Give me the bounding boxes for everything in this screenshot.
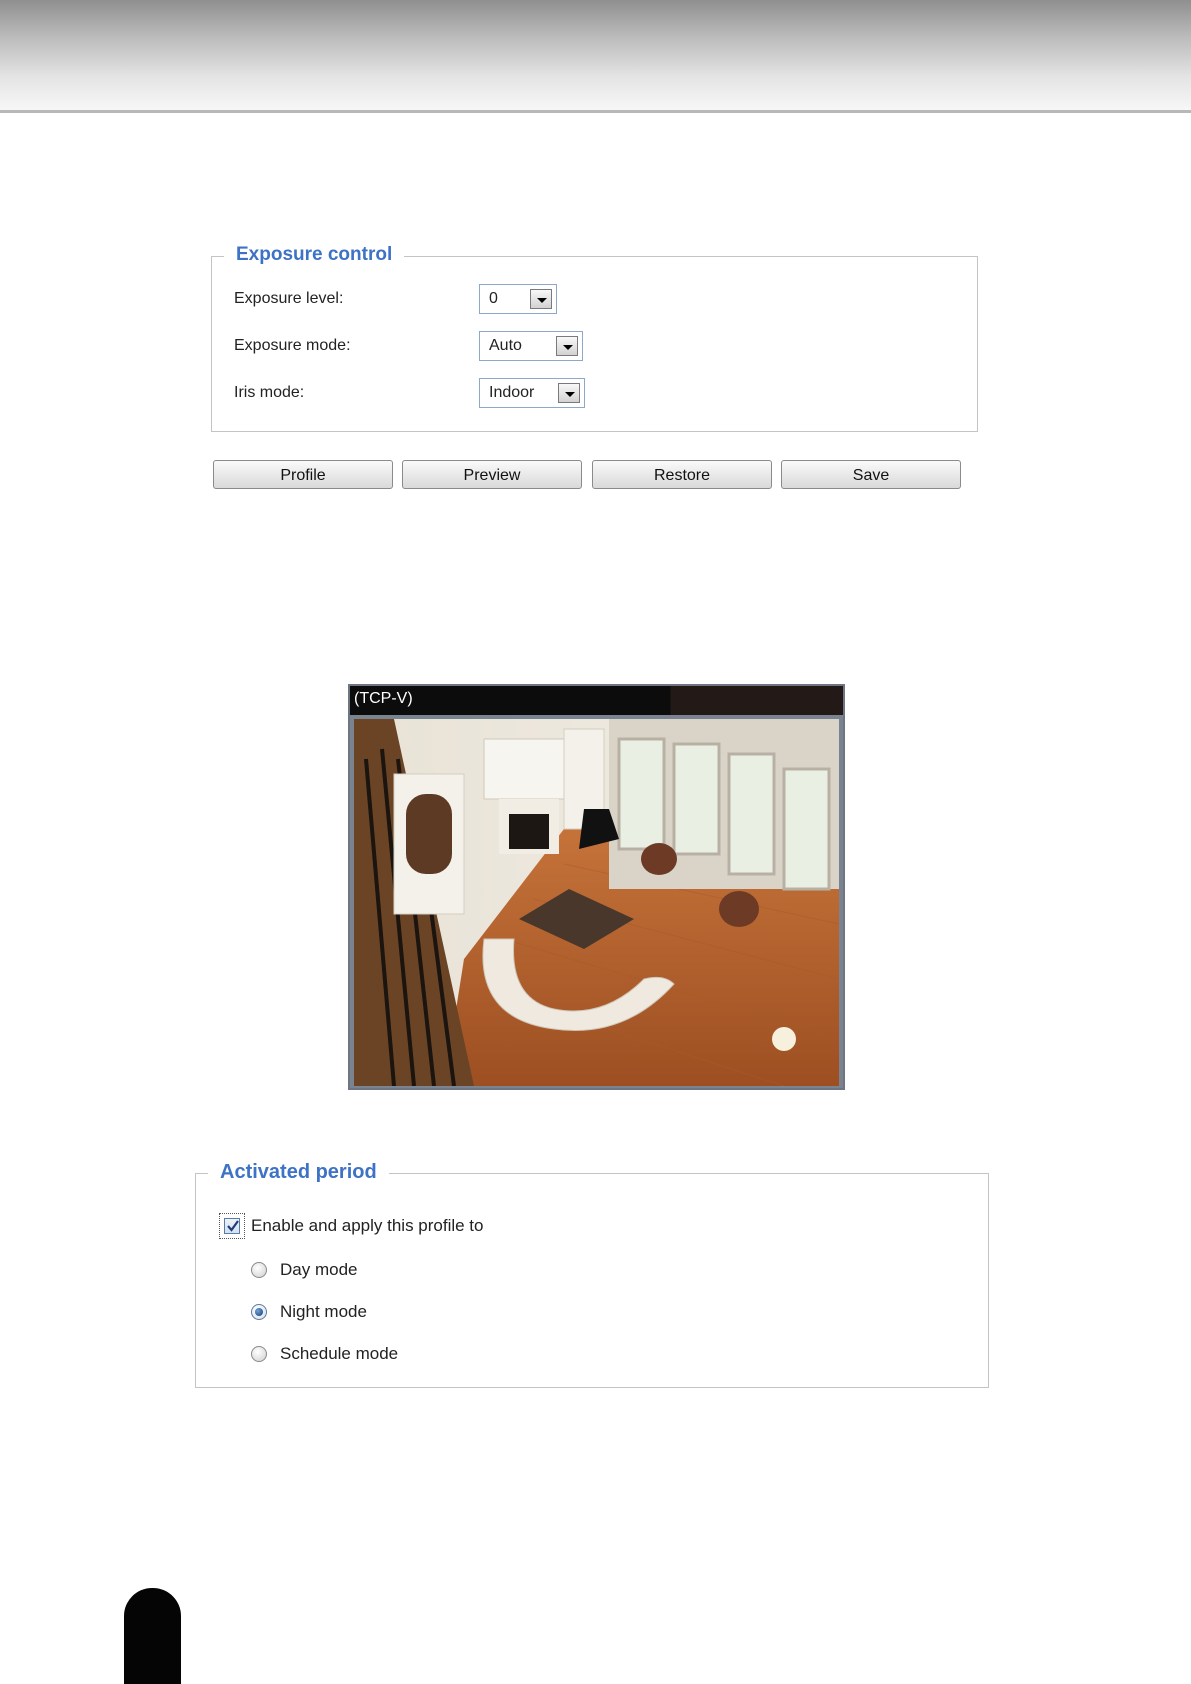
exposure-level-label: Exposure level: [234, 290, 344, 307]
checkbox-box[interactable] [224, 1218, 240, 1234]
page-number-tab [124, 1588, 181, 1684]
exposure-mode-select[interactable]: Auto [479, 331, 583, 361]
iris-mode-label: Iris mode: [234, 384, 305, 401]
night-mode-radio[interactable] [251, 1304, 267, 1320]
video-stream-title: (TCP-V) [354, 690, 413, 707]
save-button[interactable]: Save [781, 460, 961, 489]
chevron-down-icon[interactable] [530, 289, 552, 309]
activated-period-panel: Activated period Enable and apply this p… [195, 1161, 989, 1388]
profile-button[interactable]: Profile [213, 460, 393, 489]
iris-mode-value: Indoor [489, 384, 535, 401]
exposure-mode-label: Exposure mode: [234, 337, 351, 354]
night-mode-label[interactable]: Night mode [280, 1302, 367, 1322]
chevron-down-icon[interactable] [558, 383, 580, 403]
schedule-mode-radio[interactable] [251, 1346, 267, 1362]
activated-period-legend: Activated period [208, 1161, 389, 1184]
chevron-down-icon[interactable] [556, 336, 578, 356]
restore-button[interactable]: Restore [592, 460, 772, 489]
exposure-level-value: 0 [489, 290, 498, 307]
iris-mode-select[interactable]: Indoor [479, 378, 585, 408]
enable-profile-label[interactable]: Enable and apply this profile to [251, 1216, 484, 1236]
video-title-bar: (TCP-V) [350, 686, 843, 715]
living-room-camera-view [354, 719, 839, 1086]
day-mode-radio[interactable] [251, 1262, 267, 1278]
header-banner [0, 0, 1191, 113]
day-mode-label[interactable]: Day mode [280, 1260, 357, 1280]
schedule-mode-label[interactable]: Schedule mode [280, 1344, 398, 1364]
checkmark-icon [227, 1220, 239, 1232]
preview-button[interactable]: Preview [402, 460, 582, 489]
exposure-control-panel: Exposure control Exposure level: 0 Expos… [211, 244, 978, 432]
video-preview-window: (TCP-V) [348, 684, 845, 1090]
exposure-mode-value: Auto [489, 337, 522, 354]
exposure-level-select[interactable]: 0 [479, 284, 557, 314]
enable-profile-checkbox[interactable] [219, 1213, 245, 1239]
exposure-control-legend: Exposure control [224, 244, 405, 266]
